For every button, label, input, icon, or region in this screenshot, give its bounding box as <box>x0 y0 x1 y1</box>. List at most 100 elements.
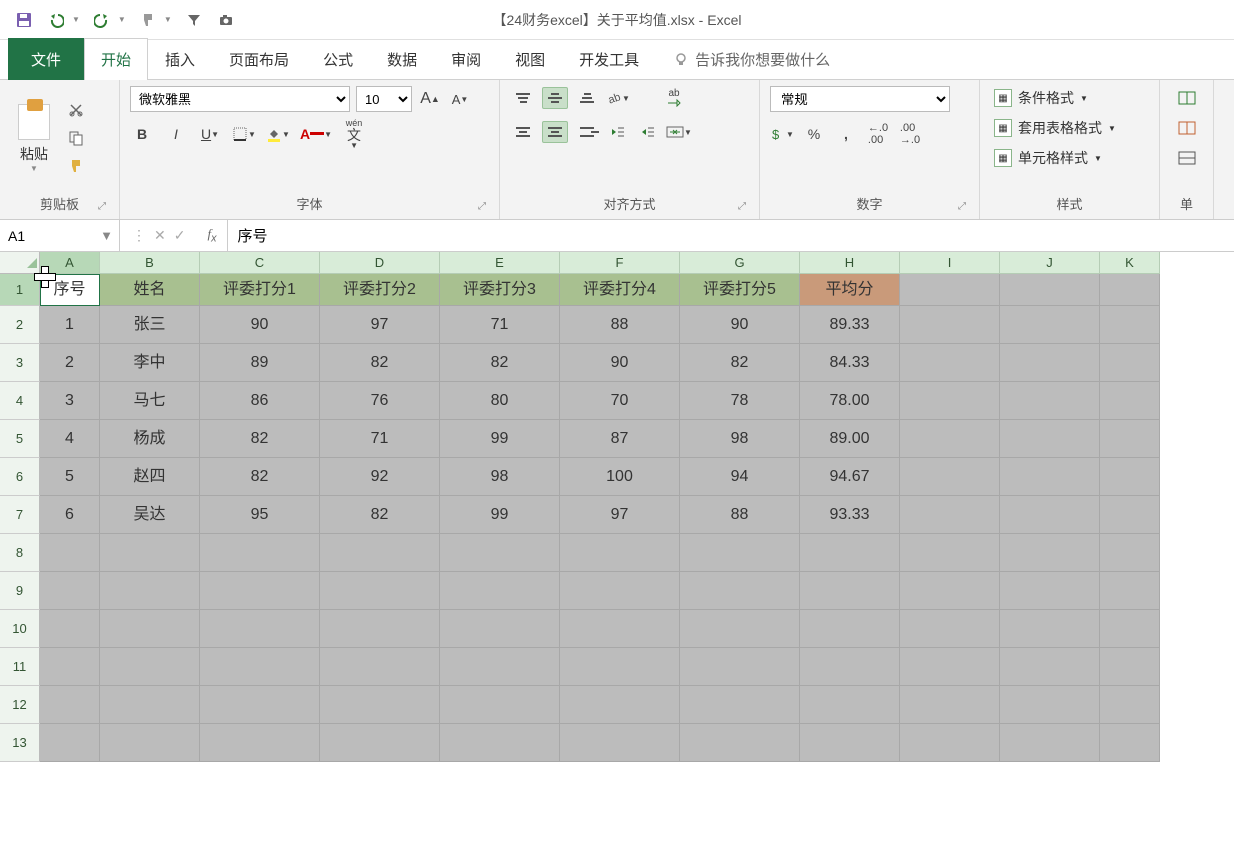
cell-I1[interactable] <box>900 274 1000 306</box>
underline-button[interactable]: U▼ <box>198 122 222 146</box>
camera-button[interactable] <box>212 6 240 34</box>
cell-G9[interactable] <box>680 572 800 610</box>
cell-H12[interactable] <box>800 686 900 724</box>
fx-icon[interactable]: fx <box>197 226 226 245</box>
cell-F2[interactable]: 88 <box>560 306 680 344</box>
cell-K8[interactable] <box>1100 534 1160 572</box>
row-header-13[interactable]: 13 <box>0 724 40 762</box>
filter-button[interactable] <box>180 6 208 34</box>
tab-data[interactable]: 数据 <box>370 38 434 80</box>
cell-D3[interactable]: 82 <box>320 344 440 382</box>
bold-button[interactable]: B <box>130 122 154 146</box>
clipboard-launcher[interactable]: ⤢ <box>95 199 109 213</box>
cell-D11[interactable] <box>320 648 440 686</box>
row-header-2[interactable]: 2 <box>0 306 40 344</box>
name-box-input[interactable] <box>0 220 94 251</box>
cell-J13[interactable] <box>1000 724 1100 762</box>
cell-C3[interactable]: 89 <box>200 344 320 382</box>
cell-A8[interactable] <box>40 534 100 572</box>
cell-H4[interactable]: 78.00 <box>800 382 900 420</box>
cell-B7[interactable]: 吴达 <box>100 496 200 534</box>
format-painter-ribbon-button[interactable] <box>64 154 88 178</box>
cell-H8[interactable] <box>800 534 900 572</box>
italic-button[interactable]: I <box>164 122 188 146</box>
column-header-J[interactable]: J <box>1000 252 1100 274</box>
cell-I12[interactable] <box>900 686 1000 724</box>
tab-home[interactable]: 开始 <box>84 38 148 80</box>
cell-I5[interactable] <box>900 420 1000 458</box>
cell-B5[interactable]: 杨成 <box>100 420 200 458</box>
cell-K13[interactable] <box>1100 724 1160 762</box>
paste-button[interactable]: 粘贴 ▼ <box>10 100 58 177</box>
enter-button[interactable]: ✓ <box>174 227 186 244</box>
formula-input[interactable] <box>227 220 1234 251</box>
cell-J4[interactable] <box>1000 382 1100 420</box>
cell-F8[interactable] <box>560 534 680 572</box>
cell-A5[interactable]: 4 <box>40 420 100 458</box>
cell-I9[interactable] <box>900 572 1000 610</box>
cell-J5[interactable] <box>1000 420 1100 458</box>
cell-F4[interactable]: 70 <box>560 382 680 420</box>
cell-G7[interactable]: 88 <box>680 496 800 534</box>
cell-B6[interactable]: 赵四 <box>100 458 200 496</box>
cell-J2[interactable] <box>1000 306 1100 344</box>
row-header-3[interactable]: 3 <box>0 344 40 382</box>
align-top-button[interactable] <box>510 87 536 109</box>
row-header-5[interactable]: 5 <box>0 420 40 458</box>
cell-D10[interactable] <box>320 610 440 648</box>
cell-B13[interactable] <box>100 724 200 762</box>
cell-I7[interactable] <box>900 496 1000 534</box>
cell-I11[interactable] <box>900 648 1000 686</box>
cell-F1[interactable]: 评委打分4 <box>560 274 680 306</box>
cell-D9[interactable] <box>320 572 440 610</box>
format-painter-button[interactable] <box>134 6 162 34</box>
cell-K12[interactable] <box>1100 686 1160 724</box>
select-all-corner[interactable] <box>0 252 40 274</box>
tell-me[interactable]: 告诉我你想要做什么 <box>656 38 847 80</box>
cell-B11[interactable] <box>100 648 200 686</box>
fill-color-button[interactable]: ▼ <box>266 122 290 146</box>
cell-H2[interactable]: 89.33 <box>800 306 900 344</box>
tab-file[interactable]: 文件 <box>8 38 84 80</box>
cell-J7[interactable] <box>1000 496 1100 534</box>
row-header-7[interactable]: 7 <box>0 496 40 534</box>
cell-F13[interactable] <box>560 724 680 762</box>
increase-font-button[interactable]: A▲ <box>418 87 442 111</box>
percent-button[interactable]: % <box>802 122 826 146</box>
cell-B1[interactable]: 姓名 <box>100 274 200 306</box>
currency-button[interactable]: $▼ <box>770 122 794 146</box>
undo-button[interactable] <box>42 6 70 34</box>
cell-K5[interactable] <box>1100 420 1160 458</box>
cancel-button[interactable]: ✕ <box>154 227 166 244</box>
cell-I3[interactable] <box>900 344 1000 382</box>
cell-J3[interactable] <box>1000 344 1100 382</box>
cell-E8[interactable] <box>440 534 560 572</box>
row-header-8[interactable]: 8 <box>0 534 40 572</box>
align-middle-button[interactable] <box>542 87 568 109</box>
decrease-indent-button[interactable] <box>606 120 630 144</box>
merge-button[interactable]: ▼ <box>666 120 692 144</box>
cell-B8[interactable] <box>100 534 200 572</box>
cell-H1[interactable]: 平均分 <box>800 274 900 306</box>
cell-A4[interactable]: 3 <box>40 382 100 420</box>
cell-F12[interactable] <box>560 686 680 724</box>
cell-G2[interactable]: 90 <box>680 306 800 344</box>
cell-G12[interactable] <box>680 686 800 724</box>
cell-I2[interactable] <box>900 306 1000 344</box>
brush-dropdown[interactable]: ▼ <box>164 15 172 24</box>
tab-formula[interactable]: 公式 <box>306 38 370 80</box>
cell-E10[interactable] <box>440 610 560 648</box>
cell-J12[interactable] <box>1000 686 1100 724</box>
cell-F7[interactable]: 97 <box>560 496 680 534</box>
cell-C6[interactable]: 82 <box>200 458 320 496</box>
cell-G13[interactable] <box>680 724 800 762</box>
cell-E13[interactable] <box>440 724 560 762</box>
redo-button[interactable] <box>88 6 116 34</box>
tab-developer[interactable]: 开发工具 <box>562 38 656 80</box>
cell-J8[interactable] <box>1000 534 1100 572</box>
comma-button[interactable]: , <box>834 122 858 146</box>
cell-E12[interactable] <box>440 686 560 724</box>
font-launcher[interactable]: ⤢ <box>475 199 489 213</box>
cell-C5[interactable]: 82 <box>200 420 320 458</box>
cell-F3[interactable]: 90 <box>560 344 680 382</box>
